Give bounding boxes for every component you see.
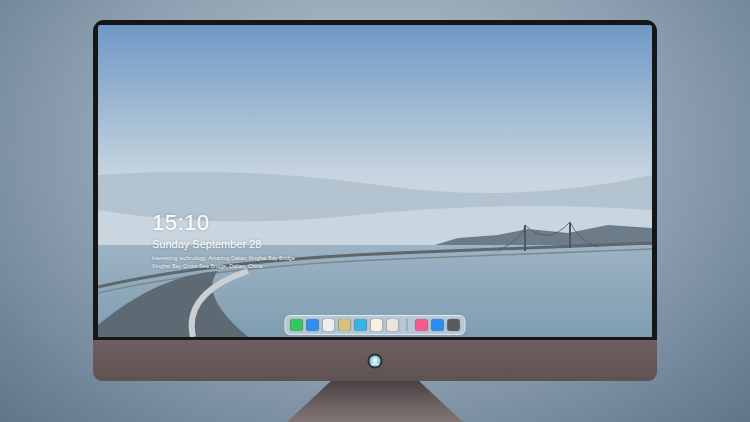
dock-app-icon[interactable] xyxy=(371,319,383,331)
dock-app-icon[interactable] xyxy=(307,319,319,331)
dock-separator xyxy=(407,319,408,331)
screen: 15:10 Sunday September 28 Interesting tech… xyxy=(98,25,652,337)
dock-app-icon[interactable] xyxy=(387,319,399,331)
wallpaper-caption: Interesting technology. Amazing Dalian X… xyxy=(152,255,302,270)
monitor-stand xyxy=(287,381,463,422)
wallpaper-image xyxy=(98,25,652,337)
dock xyxy=(285,315,466,335)
dock-app-icon[interactable] xyxy=(432,319,444,331)
dock-app-icon[interactable] xyxy=(355,319,367,331)
monitor-bezel: 15:10 Sunday September 28 Interesting tech… xyxy=(93,20,657,340)
brand-logo-icon xyxy=(367,353,383,369)
caption-line: Xinghai Bay Cross-Sea Bridge, Dalian, Ch… xyxy=(152,263,302,270)
dock-app-icon[interactable] xyxy=(448,319,460,331)
dock-app-icon[interactable] xyxy=(291,319,303,331)
lock-screen-overlay: 15:10 Sunday September 28 Interesting tech… xyxy=(98,25,652,337)
dock-app-icon[interactable] xyxy=(323,319,335,331)
dock-app-icon[interactable] xyxy=(339,319,351,331)
clock-date: Sunday September 28 xyxy=(152,237,640,251)
dock-app-icon[interactable] xyxy=(416,319,428,331)
clock-time: 15:10 xyxy=(152,211,640,234)
caption-line: Interesting technology. Amazing Dalian X… xyxy=(152,255,302,262)
monitor-chin xyxy=(93,340,657,381)
